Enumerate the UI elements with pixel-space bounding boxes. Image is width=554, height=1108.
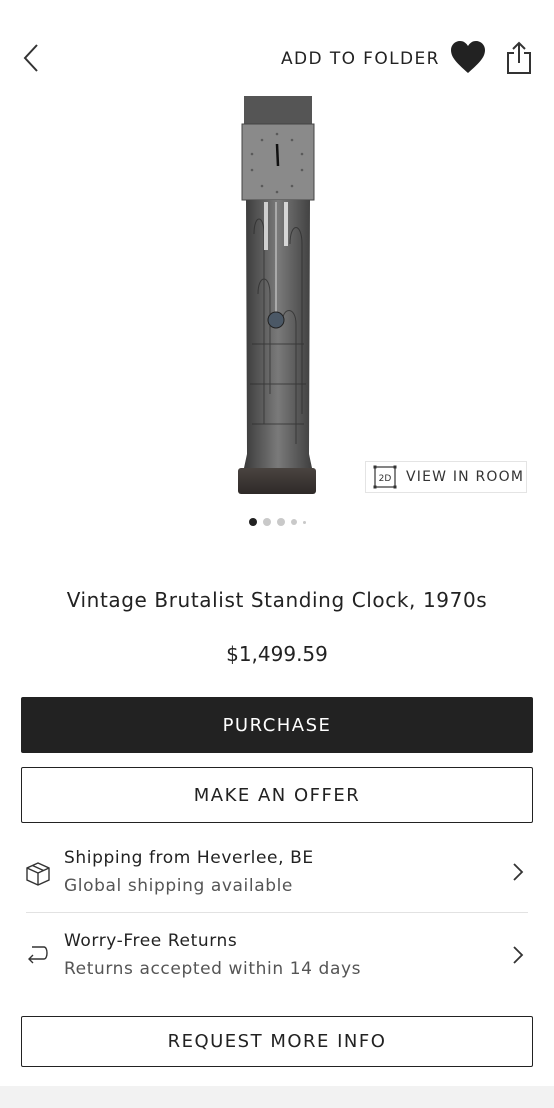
chevron-right-icon: [513, 863, 524, 881]
gallery-dot[interactable]: [276, 518, 285, 526]
view-2d-icon: 2D: [373, 465, 397, 489]
heart-icon[interactable]: [450, 40, 486, 74]
view-in-room-button[interactable]: 2D VIEW IN ROOM: [365, 461, 527, 493]
share-icon[interactable]: [505, 41, 533, 75]
gallery-pagination: [0, 516, 554, 528]
shipping-subtitle: Global shipping available: [64, 876, 293, 896]
product-price: $1,499.59: [226, 642, 328, 666]
gallery-dot[interactable]: [302, 520, 306, 524]
bottom-bar: [0, 1086, 554, 1108]
gallery-dot[interactable]: [290, 519, 297, 525]
make-offer-button[interactable]: MAKE AN OFFER: [21, 767, 533, 823]
shipping-info-row[interactable]: Shipping from Heverlee, BE Global shippi…: [0, 836, 554, 916]
product-image[interactable]: [230, 94, 324, 496]
view-2d-badge: 2D: [379, 474, 392, 484]
chevron-right-icon: [513, 946, 524, 964]
back-chevron-icon[interactable]: [20, 42, 44, 74]
returns-subtitle: Returns accepted within 14 days: [64, 959, 362, 979]
product-image-gallery[interactable]: [0, 90, 554, 510]
purchase-button[interactable]: PURCHASE: [21, 697, 533, 753]
box-icon: [26, 862, 50, 886]
add-to-folder-button[interactable]: ADD TO FOLDER: [281, 49, 440, 69]
info-divider: [26, 912, 528, 913]
view-in-room-label: VIEW IN ROOM: [406, 469, 525, 485]
returns-info-row[interactable]: Worry-Free Returns Returns accepted with…: [0, 919, 554, 999]
shipping-title: Shipping from Heverlee, BE: [64, 848, 314, 868]
request-more-info-button[interactable]: REQUEST MORE INFO: [21, 1016, 533, 1067]
gallery-dot[interactable]: [262, 518, 271, 526]
return-arrow-icon: [28, 946, 48, 964]
product-title: Vintage Brutalist Standing Clock, 1970s: [66, 588, 488, 612]
returns-title: Worry-Free Returns: [64, 931, 238, 951]
gallery-dot[interactable]: [248, 518, 257, 526]
